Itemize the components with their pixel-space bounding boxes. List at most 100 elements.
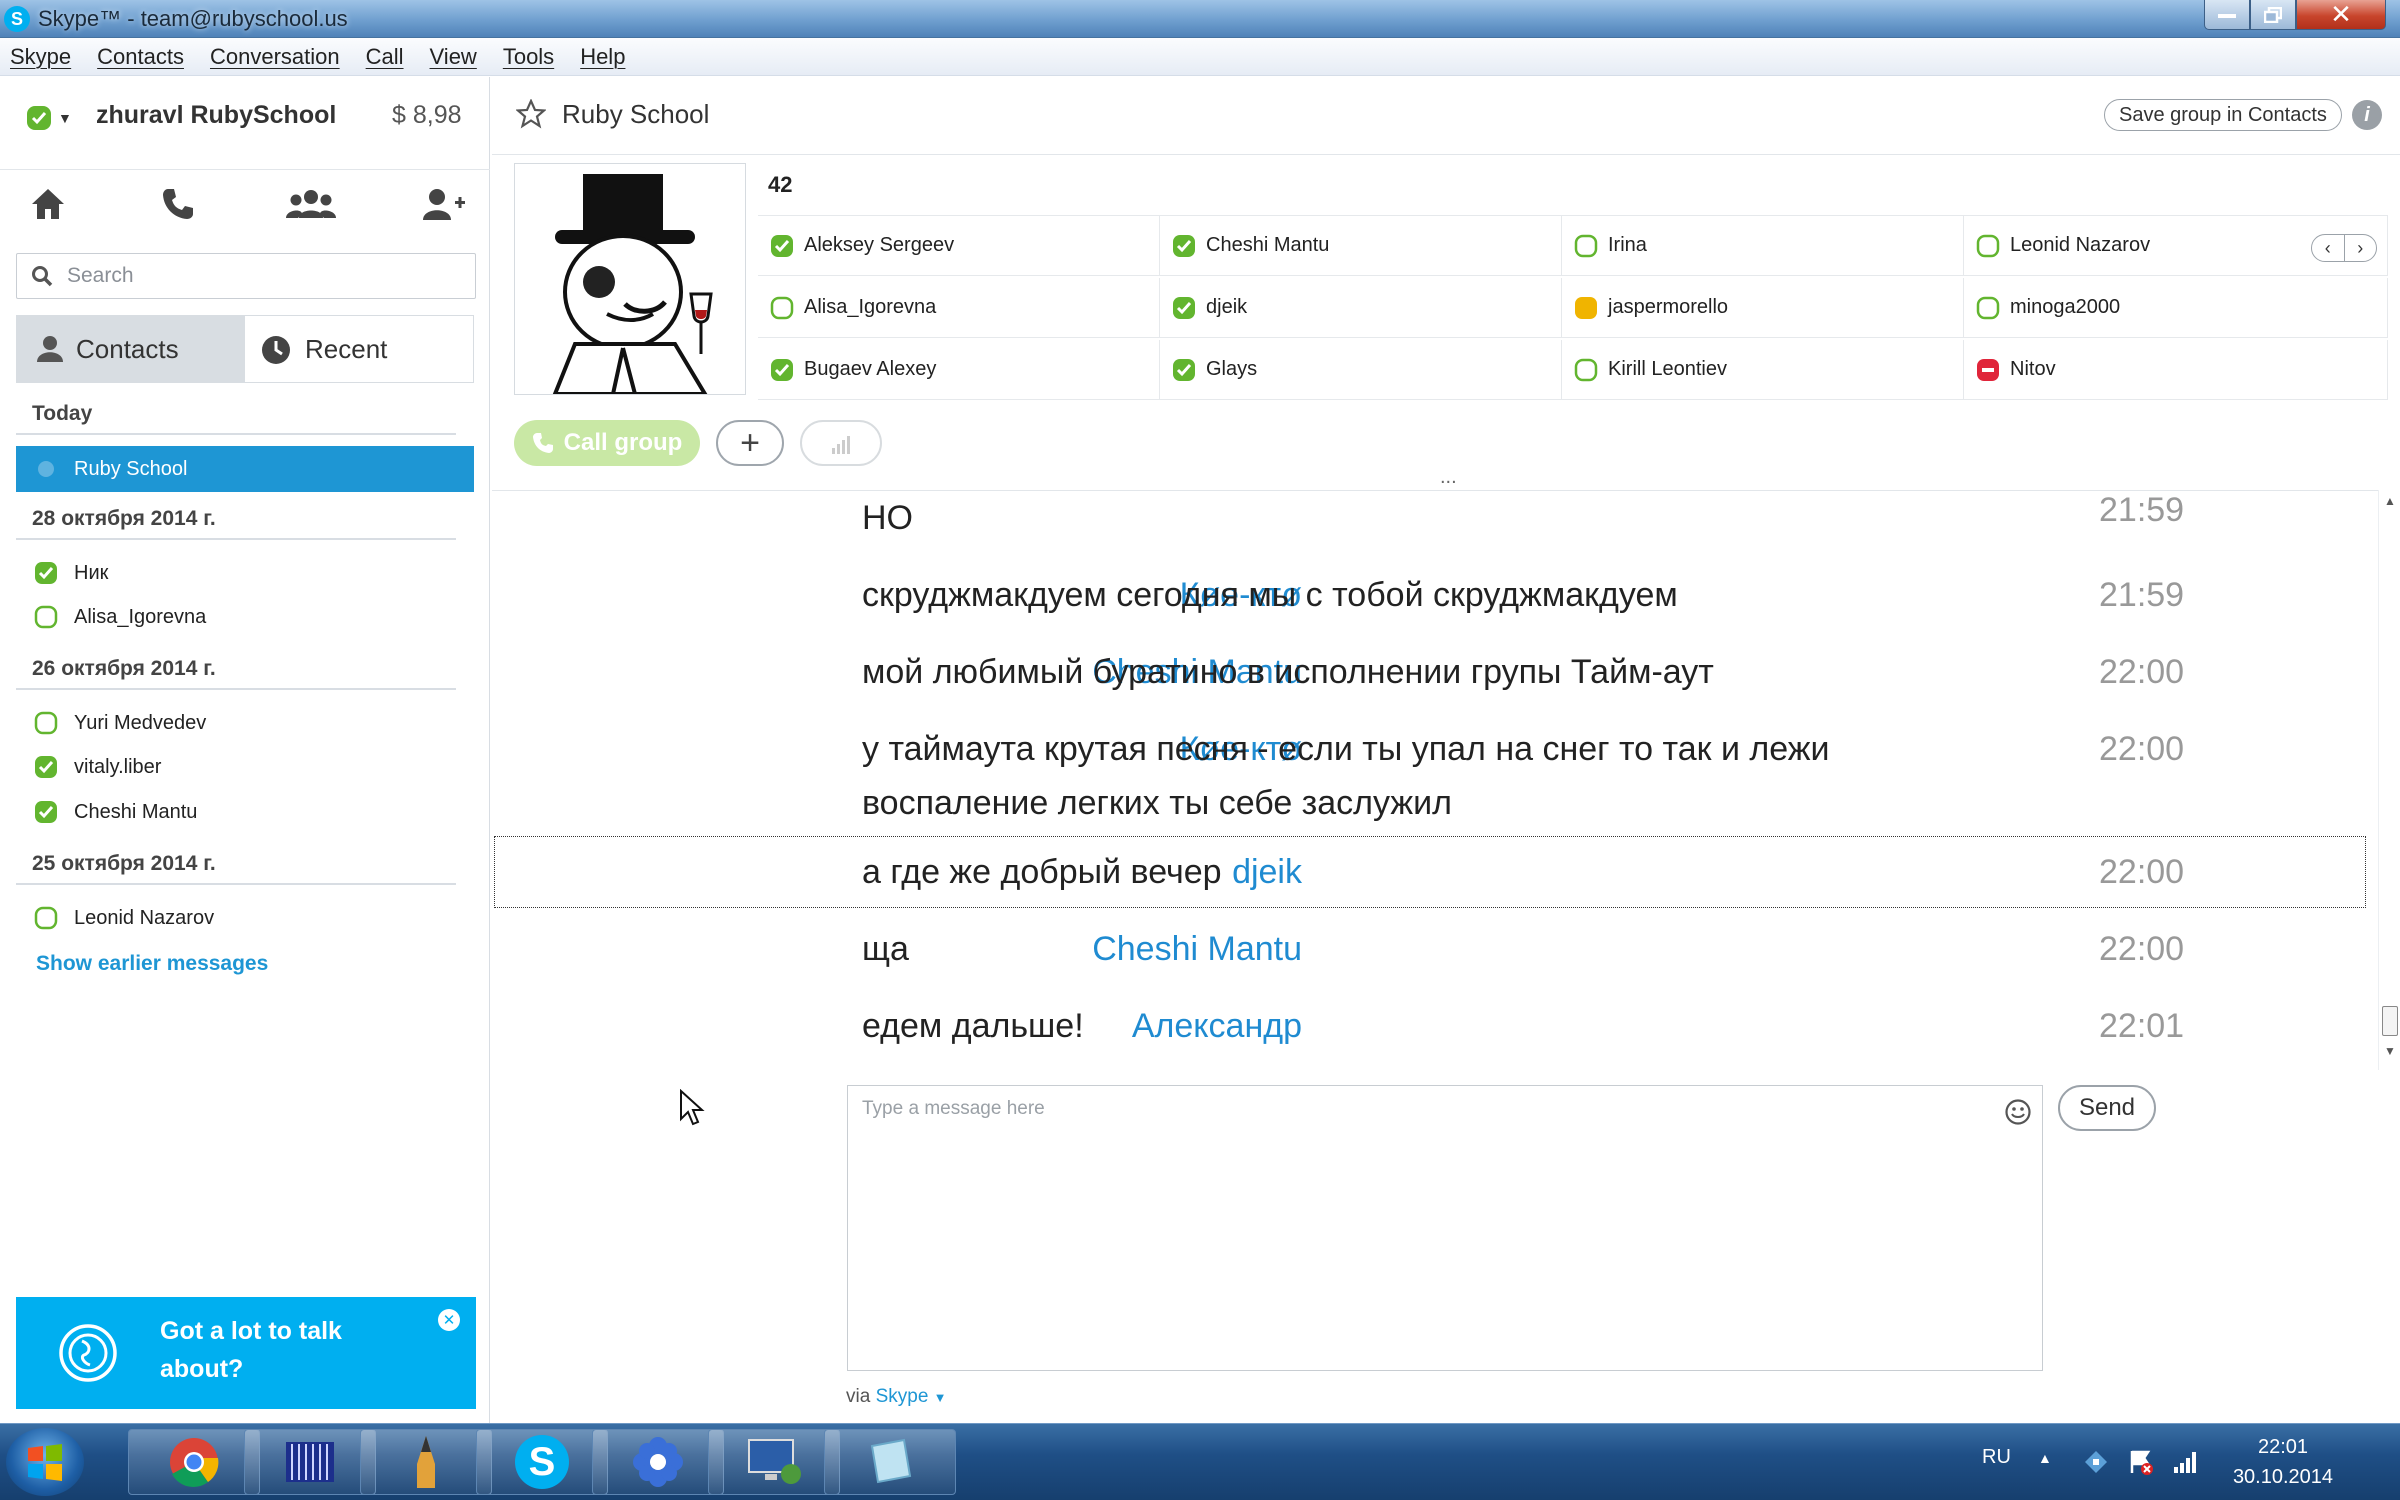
star-icon[interactable] [516, 99, 546, 129]
system-clock[interactable]: 22:01 30.10.2014 [2208, 1432, 2358, 1492]
maximize-button[interactable] [2250, 0, 2296, 30]
add-to-call-button[interactable]: + [716, 420, 784, 466]
phone-icon [163, 189, 193, 219]
recent-item-nik[interactable]: Ник [16, 551, 474, 595]
promo-text-line1: Got a lot to talk [160, 1317, 342, 1345]
add-contact-button[interactable] [414, 174, 474, 234]
call-phone-button[interactable] [148, 174, 208, 234]
promo-banner[interactable]: Got a lot to talk about? ✕ [16, 1297, 476, 1409]
show-hidden-icons-button[interactable]: ▲ [2038, 1450, 2052, 1466]
member-minoga2000[interactable]: minoga2000 [1964, 278, 2388, 338]
recent-item-cheshi[interactable]: Cheshi Mantu [16, 790, 474, 834]
menu-call[interactable]: Call [366, 44, 404, 70]
member-aleksey-sergeev[interactable]: Aleksey Sergeev [758, 216, 1160, 276]
online-status-icon [1173, 358, 1195, 381]
taskbar-remote-desktop[interactable] [708, 1429, 840, 1495]
search-icon [32, 266, 53, 287]
skype-logo-icon: S [4, 6, 30, 32]
clock-time: 22:01 [2257, 1436, 2309, 1458]
message-time: 22:00 [2099, 930, 2185, 968]
create-group-button[interactable] [281, 174, 341, 234]
menu-conversation[interactable]: Conversation [210, 44, 340, 70]
menu-view[interactable]: View [430, 44, 477, 70]
recent-item-leonid[interactable]: Leonid Nazarov [16, 896, 474, 940]
member-bugaev-alexey[interactable]: Bugaev Alexey [758, 340, 1160, 400]
send-button[interactable]: Send [2058, 1085, 2156, 1131]
recent-item-label: Ruby School [74, 457, 188, 480]
online-status-icon [771, 358, 793, 381]
next-page-button[interactable]: › [2345, 235, 2377, 261]
books-icon [286, 1442, 334, 1482]
member-alisa[interactable]: Alisa_Igorevna [758, 278, 1160, 338]
recent-item-label: vitaly.liber [74, 755, 162, 778]
emoticon-icon[interactable] [2004, 1098, 2032, 1126]
member-cheshi-mantu[interactable]: Cheshi Mantu [1160, 216, 1562, 276]
menu-contacts[interactable]: Contacts [97, 44, 184, 70]
offline-status-icon [34, 605, 58, 629]
member-glays[interactable]: Glays [1160, 340, 1562, 400]
scroll-down-icon[interactable]: ▼ [2384, 1044, 2396, 1058]
signal-tray-icon[interactable] [2172, 1449, 2200, 1475]
member-jaspermorello[interactable]: jaspermorello [1562, 278, 1964, 338]
taskbar-chrome[interactable] [128, 1429, 260, 1495]
save-group-button[interactable]: Save group in Contacts [2104, 99, 2342, 131]
chat-scrollbar[interactable]: ▲ ▼ [2378, 490, 2400, 1070]
taskbar-notepad[interactable] [824, 1429, 956, 1495]
tab-recent[interactable]: Recent [244, 315, 474, 383]
recent-item-alisa[interactable]: Alisa_Igorevna [16, 595, 474, 639]
recent-item-vitaly[interactable]: vitaly.liber [16, 745, 474, 789]
account-balance[interactable]: $ 8,98 [392, 101, 462, 130]
minimize-button[interactable] [2204, 0, 2250, 30]
call-quality-button[interactable] [800, 420, 882, 466]
member-kirill-leontiev[interactable]: Kirill Leontiev [1562, 340, 1964, 400]
show-earlier-messages-link[interactable]: Show earlier messages [36, 952, 268, 976]
member-irina[interactable]: Irina [1562, 216, 1964, 276]
menu-skype[interactable]: Skype [10, 44, 71, 70]
recent-item-ruby-school[interactable]: Ruby School [16, 446, 474, 492]
message-text: скруджмакдуем сегодня мы с тобой скруджм… [862, 576, 1678, 614]
language-indicator[interactable]: RU [1982, 1446, 2011, 1469]
via-selector[interactable]: via Skype ▼ [846, 1386, 947, 1408]
menu-help[interactable]: Help [580, 44, 625, 70]
group-avatar[interactable] [514, 163, 746, 396]
message-time: 21:59 [2099, 576, 2185, 614]
status-dropdown[interactable]: ▼ [26, 101, 80, 135]
account-name[interactable]: zhuravl RubySchool [96, 101, 336, 130]
recent-item-yuri[interactable]: Yuri Medvedev [16, 701, 474, 745]
add-contact-icon [423, 189, 465, 220]
tab-contacts[interactable]: Contacts [16, 315, 244, 383]
message-time: 22:00 [2099, 730, 2185, 768]
member-name: Alisa_Igorevna [804, 296, 937, 318]
group-title: Ruby School [562, 99, 710, 129]
recent-item-label: Leonid Nazarov [74, 906, 215, 929]
action-center-icon[interactable] [2128, 1449, 2154, 1475]
member-name: Nitov [2010, 358, 2056, 380]
taskbar-pencil[interactable] [360, 1429, 492, 1495]
close-window-button[interactable]: ✕ [2296, 0, 2386, 30]
home-button[interactable] [18, 174, 78, 234]
menu-tools[interactable]: Tools [503, 44, 554, 70]
network-tray-icon[interactable] [2083, 1449, 2109, 1475]
search-box[interactable]: Search [16, 253, 476, 299]
recent-item-label: Ник [74, 561, 109, 584]
taskbar-app-flower[interactable] [592, 1429, 724, 1495]
promo-close-button[interactable]: ✕ [438, 1309, 460, 1331]
taskbar-skype[interactable]: S [476, 1429, 608, 1495]
avatar-image [552, 174, 713, 396]
prev-page-button[interactable]: ‹ [2312, 235, 2345, 261]
taskbar-files[interactable] [244, 1429, 376, 1495]
notepad-icon [870, 1438, 912, 1484]
scroll-thumb[interactable] [2382, 1006, 2398, 1036]
scroll-up-icon[interactable]: ▲ [2384, 494, 2396, 508]
member-name: djeik [1206, 296, 1248, 318]
resize-handle[interactable]: ... [1440, 466, 1457, 489]
call-group-button[interactable]: Call group [514, 420, 700, 466]
info-icon[interactable]: i [2352, 100, 2382, 130]
online-status-icon [35, 562, 57, 584]
start-button[interactable] [6, 1428, 84, 1496]
member-djeik[interactable]: djeik [1160, 278, 1562, 338]
message-input-placeholder: Type a message here [862, 1098, 1045, 1119]
date-header-oct28: 28 октября 2014 г. [16, 500, 456, 540]
message-input[interactable]: Type a message here [847, 1085, 2043, 1371]
member-nitov[interactable]: Nitov [1964, 340, 2388, 400]
